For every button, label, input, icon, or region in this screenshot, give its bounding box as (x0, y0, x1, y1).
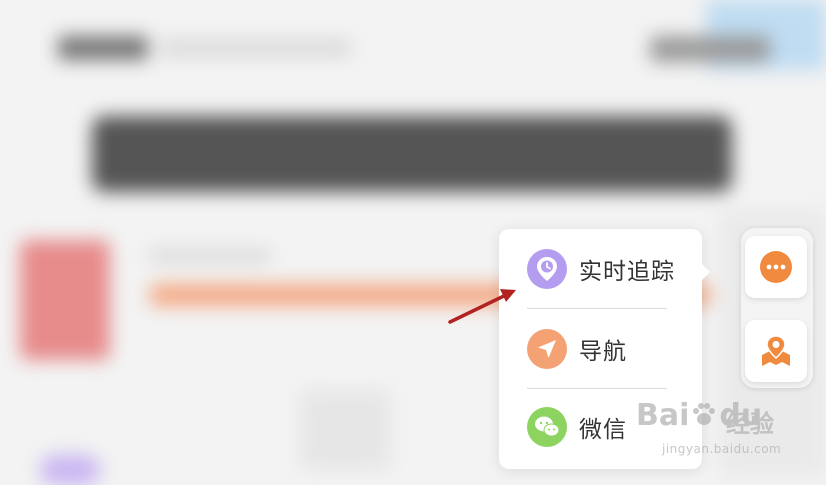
wechat-icon (527, 407, 567, 447)
navigation-arrow-icon (527, 329, 567, 369)
baidu-jingyan-watermark: Bai du 经验 jingyan.baidu.com (632, 390, 822, 470)
menu-item-label: 导航 (579, 339, 627, 365)
map-pin-icon (762, 335, 790, 366)
menu-item-label: 微信 (579, 417, 627, 443)
background-toolbar-icons (650, 36, 770, 62)
clock-location-icon (527, 249, 567, 289)
background-text-line (150, 250, 270, 262)
more-button[interactable] (745, 236, 807, 298)
menu-item-label: 实时追踪 (579, 259, 675, 285)
divider (527, 388, 667, 389)
more-icon (760, 251, 792, 283)
watermark-brand-part1: Bai (636, 398, 690, 433)
background-status-banner (92, 116, 732, 192)
watermark-suffix: 经验 (726, 410, 774, 438)
background-subtitle (160, 40, 350, 56)
menu-item-navigation[interactable]: 导航 (527, 327, 702, 371)
annotation-arrow-icon (448, 289, 516, 324)
paw-icon (693, 403, 716, 425)
background-title (58, 36, 148, 60)
background-thumbnail (20, 240, 110, 360)
menu-item-realtime-tracking[interactable]: 实时追踪 (527, 247, 702, 291)
divider (527, 308, 667, 309)
background-badge (40, 455, 100, 485)
map-location-button[interactable] (745, 320, 807, 382)
background-block (300, 390, 390, 470)
watermark-url: jingyan.baidu.com (662, 442, 782, 456)
